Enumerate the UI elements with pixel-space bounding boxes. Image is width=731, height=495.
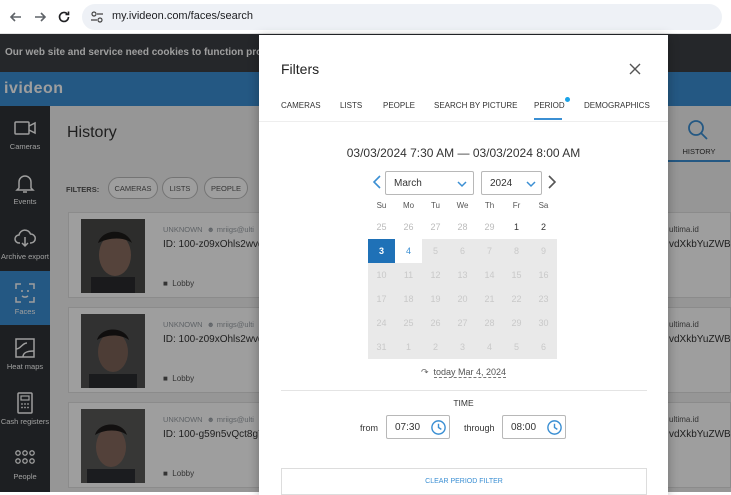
calendar-day: 5 xyxy=(503,335,530,359)
calendar-day: 13 xyxy=(449,263,476,287)
calendar-day: 26 xyxy=(422,311,449,335)
calendar-day[interactable]: 2 xyxy=(530,215,557,239)
calendar-day: 26 xyxy=(403,222,414,232)
from-label: from xyxy=(360,423,378,433)
calendar-day: 16 xyxy=(530,263,557,287)
year-value: 2024 xyxy=(490,178,513,189)
reload-icon xyxy=(58,11,70,23)
calendar-day: 17 xyxy=(368,287,395,311)
divider xyxy=(259,121,668,122)
redo-icon: ↷ xyxy=(420,367,429,377)
time-section-label: TIME xyxy=(453,398,474,408)
calendar-day[interactable]: 1 xyxy=(503,215,530,239)
weekday-label: Sa xyxy=(538,201,549,210)
calendar-day: 20 xyxy=(449,287,476,311)
calendar-day: 29 xyxy=(484,222,495,232)
calendar-day: 25 xyxy=(395,311,422,335)
next-month-button[interactable] xyxy=(545,174,559,190)
calendar-day: 12 xyxy=(422,263,449,287)
clock-icon[interactable] xyxy=(430,419,447,436)
weekday-label: We xyxy=(456,201,469,210)
year-select[interactable]: 2024 xyxy=(481,171,542,195)
chevron-down-icon xyxy=(457,181,467,188)
weekday-label: Fr xyxy=(512,201,521,210)
calendar-day: 5 xyxy=(422,239,449,263)
calendar-day: 28 xyxy=(457,222,468,232)
from-time-value: 07:30 xyxy=(395,422,421,433)
calendar-day: 27 xyxy=(449,311,476,335)
calendar-day: 31 xyxy=(368,335,395,359)
reload-button[interactable] xyxy=(54,7,74,27)
forward-button[interactable] xyxy=(30,7,50,27)
calendar-day: 28 xyxy=(476,311,503,335)
through-time-input[interactable]: 08:00 xyxy=(502,415,566,439)
calendar-day: 7 xyxy=(476,239,503,263)
calendar-day: 19 xyxy=(422,287,449,311)
today-row: ↷ today Mar 4, 2024 xyxy=(259,367,668,378)
calendar: Su Mo Tu We Th Fr Sa 25 26 27 28 29 1 2 3 4 5 6 7 8 9 10 11 12 1… xyxy=(368,197,558,359)
calendar-day: 8 xyxy=(503,239,530,263)
tab-search-by-picture[interactable]: SEARCH BY PICTURE xyxy=(434,101,517,110)
weekday-label: Tu xyxy=(430,201,441,210)
divider xyxy=(281,390,647,391)
period-range-text: 03/03/2024 7:30 AM — 03/03/2024 8:00 AM xyxy=(346,146,581,160)
from-time-input[interactable]: 07:30 xyxy=(386,415,450,439)
clock-icon[interactable] xyxy=(546,419,563,436)
clear-period-filter-button[interactable]: CLEAR PERIOD FILTER xyxy=(281,468,647,495)
calendar-day: 15 xyxy=(503,263,530,287)
calendar-day[interactable]: 3 xyxy=(368,239,395,263)
weekday-label: Th xyxy=(484,201,495,210)
calendar-day: 4 xyxy=(476,335,503,359)
close-icon xyxy=(629,63,641,75)
active-filter-dot xyxy=(565,97,570,102)
today-link[interactable]: today Mar 4, 2024 xyxy=(433,367,507,378)
calendar-day: 30 xyxy=(530,311,557,335)
weekday-label: Su xyxy=(376,201,387,210)
calendar-day: 11 xyxy=(395,263,422,287)
calendar-day: 27 xyxy=(430,222,441,232)
calendar-day: 10 xyxy=(368,263,395,287)
tab-lists[interactable]: LISTS xyxy=(340,101,362,110)
chevron-right-icon xyxy=(548,175,557,189)
tab-period[interactable]: PERIOD xyxy=(534,101,565,110)
arrow-right-icon xyxy=(35,12,47,22)
site-settings-icon[interactable] xyxy=(90,10,104,24)
filters-dialog: Filters CAMERAS LISTS PEOPLE SEARCH BY P… xyxy=(259,35,668,495)
calendar-day: 9 xyxy=(530,239,557,263)
calendar-day: 6 xyxy=(449,239,476,263)
calendar-day: 22 xyxy=(503,287,530,311)
calendar-day: 6 xyxy=(530,335,557,359)
calendar-day[interactable]: 4 xyxy=(395,239,422,263)
calendar-day: 3 xyxy=(449,335,476,359)
chevron-left-icon xyxy=(372,175,381,189)
dialog-title: Filters xyxy=(281,61,320,77)
calendar-day: 2 xyxy=(422,335,449,359)
calendar-day: 18 xyxy=(395,287,422,311)
calendar-day: 23 xyxy=(530,287,557,311)
url-text: my.ivideon.com/faces/search xyxy=(112,10,254,22)
tab-people[interactable]: PEOPLE xyxy=(383,101,415,110)
calendar-day: 1 xyxy=(395,335,422,359)
calendar-day: 25 xyxy=(376,222,387,232)
through-time-value: 08:00 xyxy=(511,422,537,433)
prev-month-button[interactable] xyxy=(370,174,384,190)
calendar-day: 21 xyxy=(476,287,503,311)
calendar-day: 29 xyxy=(503,311,530,335)
browser-toolbar: my.ivideon.com/faces/search xyxy=(0,0,731,34)
chevron-down-icon xyxy=(526,181,536,188)
month-select[interactable]: March xyxy=(385,171,474,195)
arrow-left-icon xyxy=(9,12,21,22)
through-label: through xyxy=(464,423,495,433)
back-button[interactable] xyxy=(6,7,26,27)
address-bar[interactable]: my.ivideon.com/faces/search xyxy=(82,4,722,30)
close-button[interactable] xyxy=(625,59,645,79)
active-tab-indicator xyxy=(534,118,562,120)
tab-cameras[interactable]: CAMERAS xyxy=(281,101,321,110)
calendar-day: 24 xyxy=(368,311,395,335)
month-value: March xyxy=(394,178,422,189)
tab-demographics[interactable]: DEMOGRAPHICS xyxy=(584,101,650,110)
weekday-label: Mo xyxy=(402,201,415,210)
calendar-day: 14 xyxy=(476,263,503,287)
